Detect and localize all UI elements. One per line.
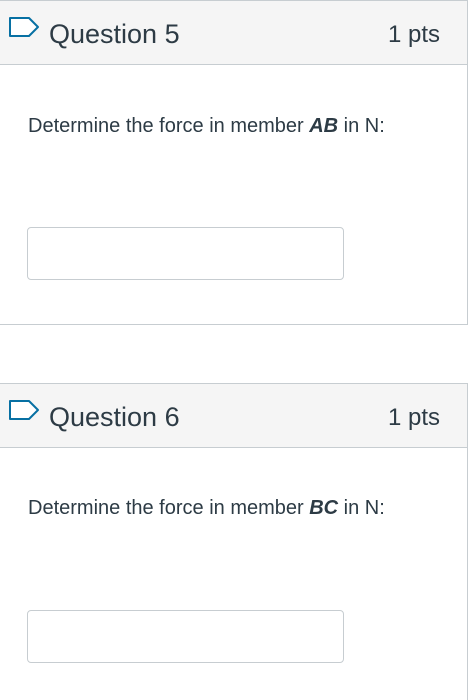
answer-input[interactable] bbox=[27, 610, 344, 663]
question-text-after: in N: bbox=[338, 115, 385, 137]
question-text: Determine the force in member AB in N: bbox=[28, 112, 385, 140]
question-text-after: in N: bbox=[338, 497, 385, 519]
flag-question-icon[interactable] bbox=[8, 399, 40, 421]
question-text: Determine the force in member BC in N: bbox=[28, 494, 385, 522]
question-header: Question 6 1 pts bbox=[0, 383, 467, 448]
flag-question-icon[interactable] bbox=[8, 16, 40, 38]
question-title: Question 6 bbox=[49, 402, 180, 432]
question-title: Question 5 bbox=[49, 19, 180, 49]
question-text-before: Determine the force in member bbox=[28, 497, 310, 519]
question-6: Question 6 1 pts Determine the force in … bbox=[0, 383, 468, 700]
question-text-before: Determine the force in member bbox=[28, 115, 310, 137]
answer-input[interactable] bbox=[27, 227, 344, 280]
member-name: AB bbox=[309, 115, 339, 137]
member-name: BC bbox=[309, 497, 339, 519]
question-header: Question 5 1 pts bbox=[0, 0, 467, 65]
question-points: 1 pts bbox=[387, 21, 440, 48]
question-points: 1 pts bbox=[387, 404, 440, 431]
question-5: Question 5 1 pts Determine the force in … bbox=[0, 0, 468, 325]
